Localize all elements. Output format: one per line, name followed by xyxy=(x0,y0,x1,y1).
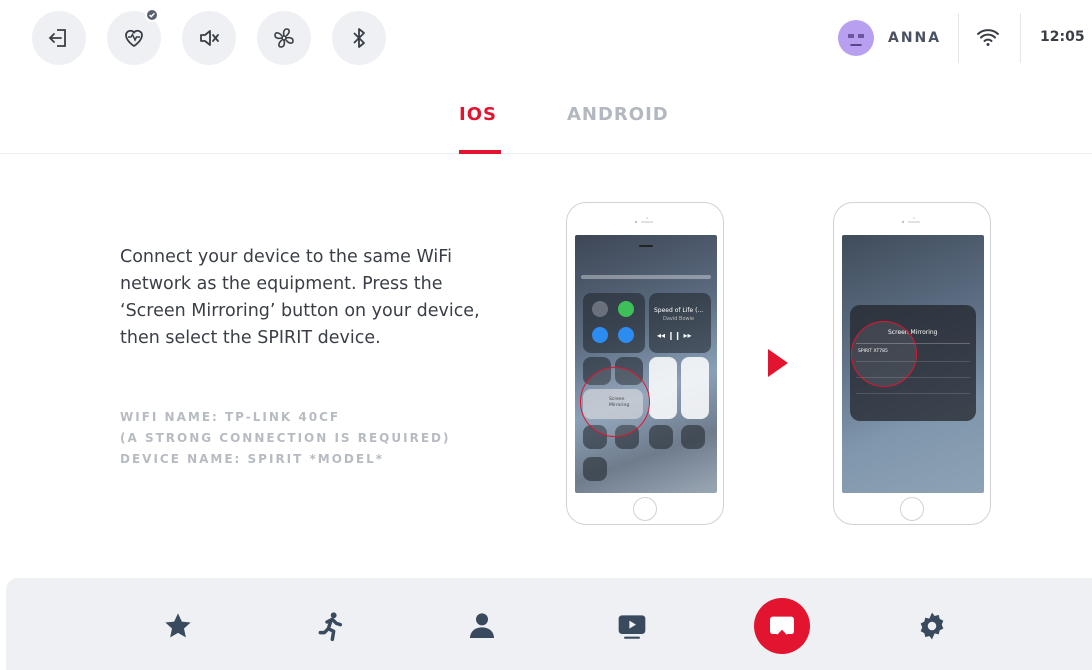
highlight-ring xyxy=(851,321,917,387)
heart-rate-button[interactable] xyxy=(107,8,161,65)
instructions-text: Connect your device to the same WiFi net… xyxy=(120,247,480,348)
video-icon xyxy=(618,615,646,639)
nav-profile[interactable] xyxy=(454,598,510,654)
clock: 12:05 xyxy=(1040,29,1085,45)
now-playing-artist: David Bowie xyxy=(663,316,695,322)
bluetooth-icon xyxy=(353,28,365,48)
exit-icon xyxy=(48,29,66,47)
mute-icon xyxy=(200,30,219,46)
highlight-ring xyxy=(580,367,650,437)
active-tab-indicator xyxy=(459,150,501,154)
star-icon xyxy=(165,613,191,638)
phone-speaker xyxy=(634,217,653,224)
connectivity-tile xyxy=(583,293,645,353)
divider xyxy=(1020,13,1021,63)
user-profile[interactable]: ANNA xyxy=(838,20,941,56)
tab-android[interactable]: ANDROID xyxy=(567,104,669,125)
gear-icon xyxy=(920,612,944,640)
home-button xyxy=(633,497,657,521)
media-controls: ◂◂ ❙❙ ▸▸ xyxy=(657,331,692,340)
avatar xyxy=(838,20,874,56)
nav-favorites[interactable] xyxy=(150,598,206,654)
screen-mirror-icon xyxy=(770,616,794,635)
wifi-icon xyxy=(977,29,999,46)
phone-illustration-control-center: Speed of Life (... David Bowie ◂◂ ❙❙ ▸▸ … xyxy=(566,202,724,525)
nav-screen-mirroring[interactable] xyxy=(754,598,810,654)
home-button xyxy=(900,497,924,521)
bottom-navigation xyxy=(6,578,1092,670)
wifi-name: WIFI NAME: TP-LINK 40CF xyxy=(120,410,341,424)
music-tile: Speed of Life (... David Bowie ◂◂ ❙❙ ▸▸ xyxy=(649,293,711,353)
phone-speaker xyxy=(901,217,920,224)
nav-workouts[interactable] xyxy=(303,598,359,654)
fan-icon xyxy=(274,28,294,48)
heart-rate-icon xyxy=(125,29,143,48)
exit-button[interactable] xyxy=(32,11,86,65)
top-bar: ANNA 12:05 xyxy=(0,0,1092,76)
connection-info: WIFI NAME: TP-LINK 40CF (A STRONG CONNEC… xyxy=(120,407,450,470)
device-name: DEVICE NAME: SPIRIT *MODEL* xyxy=(120,452,385,466)
connection-note: (A STRONG CONNECTION IS REQUIRED) xyxy=(120,431,451,445)
user-name: ANNA xyxy=(888,30,942,46)
next-step-arrow-icon xyxy=(768,349,788,377)
user-icon xyxy=(470,613,494,638)
fan-button[interactable] xyxy=(257,11,311,65)
phone-screen: Speed of Life (... David Bowie ◂◂ ❙❙ ▸▸ … xyxy=(575,235,717,493)
running-icon xyxy=(318,612,343,642)
bluetooth-button[interactable] xyxy=(332,11,386,65)
now-playing-title: Speed of Life (... xyxy=(654,307,704,314)
nav-settings[interactable] xyxy=(904,598,960,654)
divider xyxy=(958,13,959,63)
nav-videos[interactable] xyxy=(604,598,660,654)
phone-illustration-mirroring-list: Screen Mirroring SPIRIT XT785 xyxy=(833,202,991,525)
mute-button[interactable] xyxy=(182,11,236,65)
platform-tabs: IOS ANDROID xyxy=(0,100,1092,154)
connected-badge xyxy=(145,8,159,22)
tab-ios[interactable]: IOS xyxy=(459,104,497,125)
